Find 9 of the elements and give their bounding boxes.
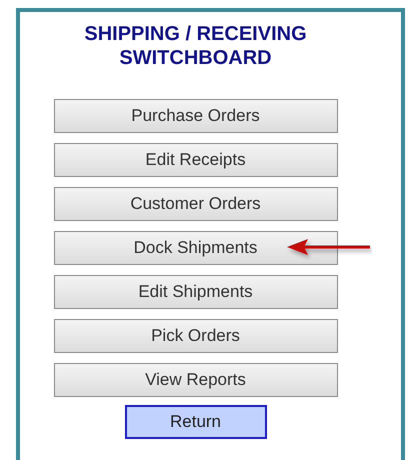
menu-button[interactable]: View Reports [54,363,338,397]
menu-button[interactable]: Customer Orders [54,187,338,221]
return-button[interactable]: Return [124,405,266,439]
menu-button[interactable]: Edit Shipments [54,275,338,309]
menu-button[interactable]: Dock Shipments [54,231,338,265]
switchboard-title: SHIPPING / RECEIVING SWITCHBOARD [83,22,308,70]
menu-button[interactable]: Purchase Orders [54,99,338,133]
menu-button[interactable]: Edit Receipts [54,143,338,177]
menu-button[interactable]: Pick Orders [54,319,338,353]
